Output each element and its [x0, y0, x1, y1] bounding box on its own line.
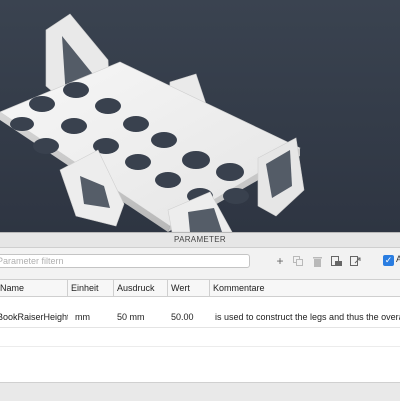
parameter-toolbar: + ✓ A [0, 248, 400, 274]
book-raiser-model[interactable] [0, 0, 400, 232]
parameter-table: Name Einheit Ausdruck Wert Kommentare Bo… [0, 279, 400, 384]
delete-icon[interactable] [310, 253, 324, 269]
add-icon[interactable]: + [273, 253, 287, 269]
3d-viewport[interactable] [0, 0, 400, 232]
param-value: 50.00 [171, 312, 194, 322]
table-empty-row [0, 328, 400, 347]
parameter-filter-input[interactable] [0, 254, 250, 268]
param-comment[interactable]: is used to construct the legs and thus t… [212, 307, 400, 327]
column-header-name[interactable]: Name [0, 280, 68, 296]
parameter-dialog: PARAMETER + ✓ A Name Einheit Ausdruck We… [0, 232, 400, 384]
export-icon[interactable] [348, 253, 362, 269]
show-all-label: A [396, 254, 400, 264]
column-header-expression[interactable]: Ausdruck [114, 280, 168, 296]
show-all-checkbox[interactable]: ✓ [383, 255, 394, 266]
param-unit[interactable]: mm [72, 307, 114, 327]
table-header: Name Einheit Ausdruck Wert Kommentare [0, 280, 400, 297]
param-expression[interactable]: 50 mm [114, 307, 168, 327]
param-name[interactable]: BookRaiserHeight [0, 307, 68, 327]
copy-icon[interactable] [291, 253, 305, 269]
table-row[interactable]: BookRaiserHeight mm 50 mm 50.00 is used … [0, 307, 400, 328]
import-icon[interactable] [329, 253, 343, 269]
dialog-title: PARAMETER [0, 233, 400, 248]
column-header-unit[interactable]: Einheit [68, 280, 114, 296]
column-header-value[interactable]: Wert [168, 280, 210, 296]
dialog-footer [0, 382, 400, 401]
column-header-comment[interactable]: Kommentare [210, 280, 400, 296]
